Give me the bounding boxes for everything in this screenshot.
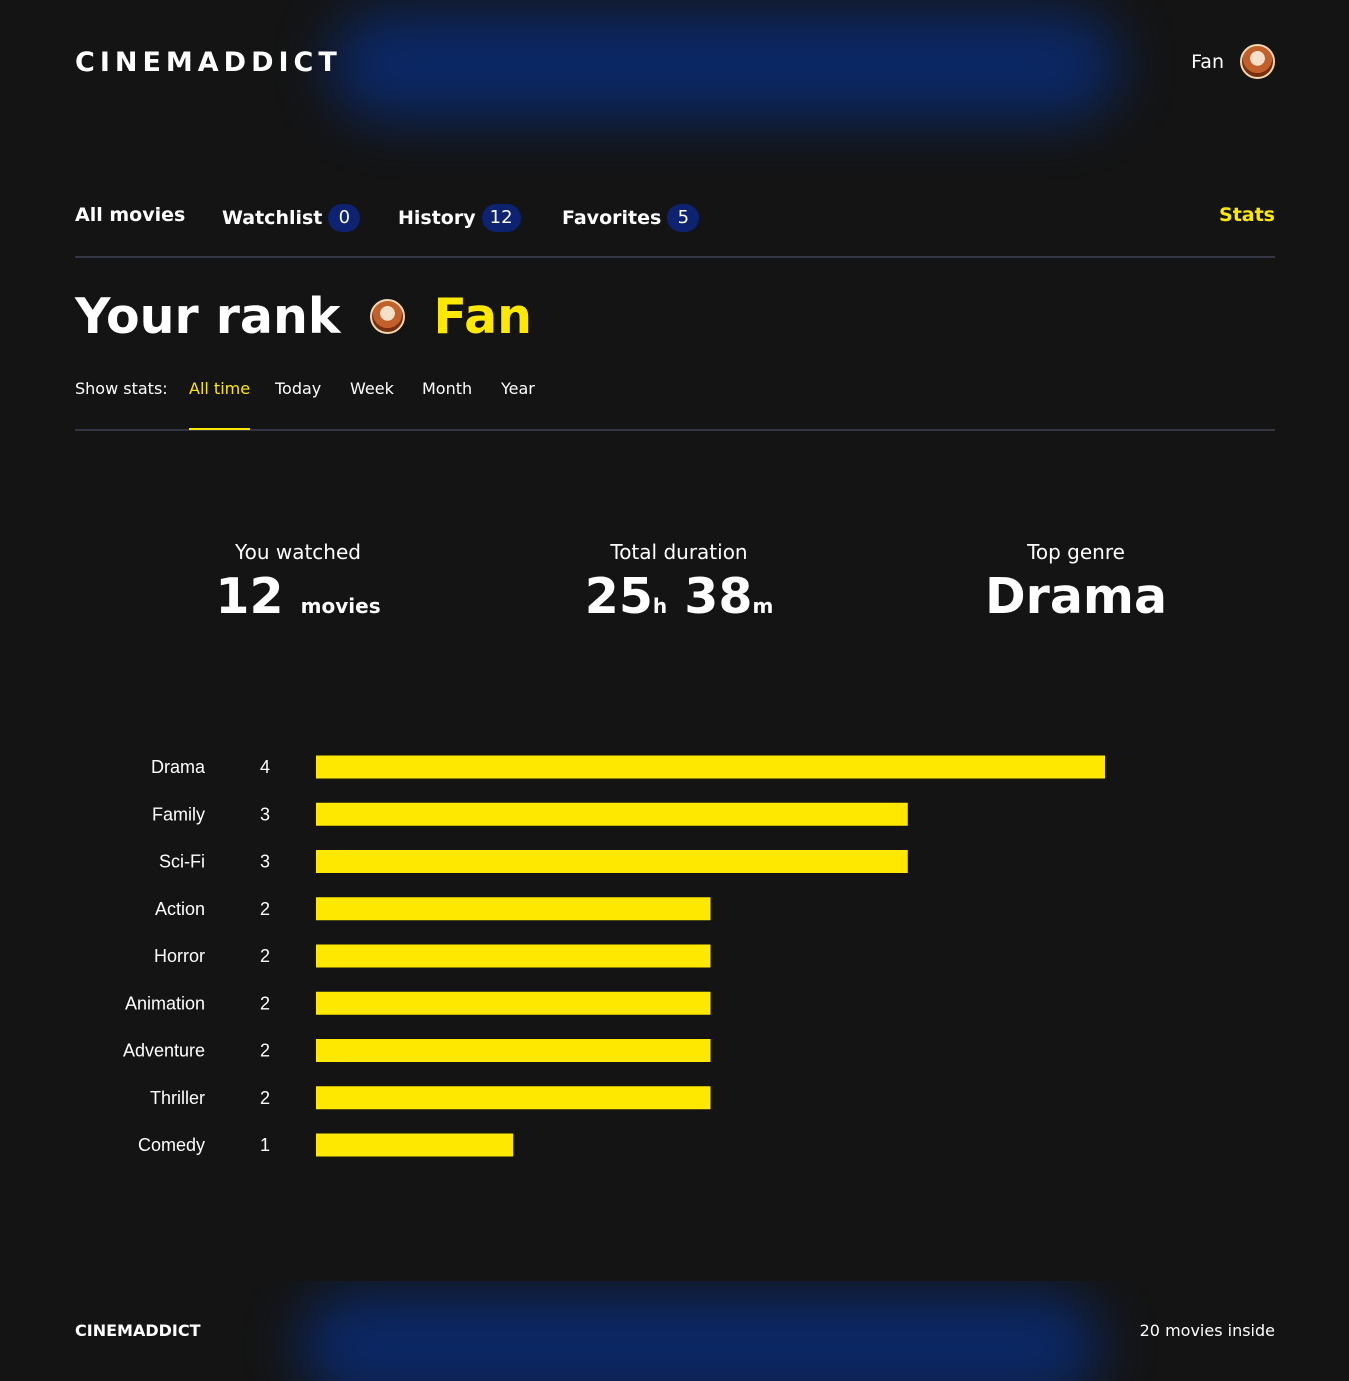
genre-bar [316,991,711,1015]
rank-avatar [370,299,406,334]
watched-count: 12 [215,568,284,625]
genre-count-label: 2 [260,1041,270,1061]
footer-glow [300,1291,1100,1381]
genre-chart: Drama 4 Family 3 Sci-Fi 3 Action 2 Horror 2 Animat… [0,740,1349,1180]
genre-bar [316,755,1105,779]
genre-label: Comedy [138,1135,205,1155]
header-glow [330,10,1120,120]
profile[interactable]: Fan [1191,44,1275,79]
watched-unit: movies [300,594,381,618]
stats-filter: Show stats: All time Today Week Month Ye… [75,370,1275,431]
filter-today[interactable]: Today [275,379,321,398]
header: CINEMADDICT Fan [0,0,1349,130]
genre-count-label: 2 [260,899,270,919]
genre-bar [316,897,711,921]
genre-label: Action [155,899,205,919]
genre-count-label: 2 [260,1088,270,1108]
rank-label: Fan [433,288,533,345]
genre-count-label: 4 [260,757,270,777]
stat-watched-title: You watched [235,540,361,564]
watchlist-count-badge: 0 [328,204,361,232]
nav-favorites[interactable]: Favorites 5 [562,204,700,232]
genre-label: Drama [151,757,206,777]
genre-label: Adventure [123,1041,205,1061]
genre-label: Thriller [150,1088,205,1108]
genre-label: Animation [125,993,205,1013]
genre-chart-svg: Drama 4 Family 3 Sci-Fi 3 Action 2 Horror 2 Animat… [123,755,1105,1157]
footer-logo: CINEMADDICT [75,1321,201,1340]
favorites-count-badge: 5 [667,204,700,232]
genre-bar [316,1039,711,1062]
genre-label: Family [152,804,205,824]
rank-title: Your rank [75,288,341,345]
footer: CINEMADDICT 20 movies inside [0,1281,1349,1381]
rank-section: Your rank Fan [75,288,532,345]
genre-bar [316,802,908,826]
filter-week[interactable]: Week [350,379,394,398]
genre-count-label: 1 [260,1135,270,1155]
nav-stats[interactable]: Stats [1219,204,1275,226]
nav-all-movies[interactable]: All movies [75,204,185,226]
profile-rating: Fan [1191,50,1224,73]
filter-year[interactable]: Year [501,379,535,398]
stat-genre-value: Drama [984,568,1168,625]
avatar [1240,44,1275,79]
stat-watched: You watched 12 movies [128,540,468,635]
nav-all-movies-label: All movies [75,204,186,226]
nav-favorites-label: Favorites [562,207,662,229]
duration-minutes: 38 [684,568,753,625]
footer-statistics: 20 movies inside [1139,1321,1275,1340]
duration-hours-unit: h [652,594,668,618]
stat-watched-value: 12 movies [128,568,468,635]
genre-count-label: 2 [260,993,270,1013]
genre-bar [316,1133,514,1157]
nav-history-label: History [398,207,476,229]
stat-top-genre: Top genre Drama [906,540,1246,626]
genre-count-label: 3 [260,804,270,824]
genre-bar [316,850,908,873]
history-count-badge: 12 [481,204,521,232]
logo: CINEMADDICT [75,47,342,78]
genre-count-label: 3 [260,852,270,872]
filter-all-time[interactable]: All time [189,379,251,430]
nav-history[interactable]: History 12 [398,204,521,232]
filter-label: Show stats: [75,379,168,398]
main-navigation: All movies Watchlist 0 History 12 Favori… [75,200,1275,258]
stat-duration-value: 25h 38m [509,568,849,635]
genre-bar [316,944,711,968]
genre-label: Sci-Fi [159,852,205,872]
duration-minutes-unit: m [752,594,774,618]
genre-label: Horror [154,946,205,966]
genre-count-label: 2 [260,946,270,966]
duration-hours: 25 [584,568,653,625]
filter-month[interactable]: Month [422,379,472,398]
nav-watchlist-label: Watchlist [222,207,323,229]
stat-genre-title: Top genre [1027,540,1125,564]
genre-bar [316,1086,711,1110]
stat-duration: Total duration 25h 38m [509,540,849,635]
stat-duration-title: Total duration [610,540,748,564]
nav-watchlist[interactable]: Watchlist 0 [222,204,361,232]
